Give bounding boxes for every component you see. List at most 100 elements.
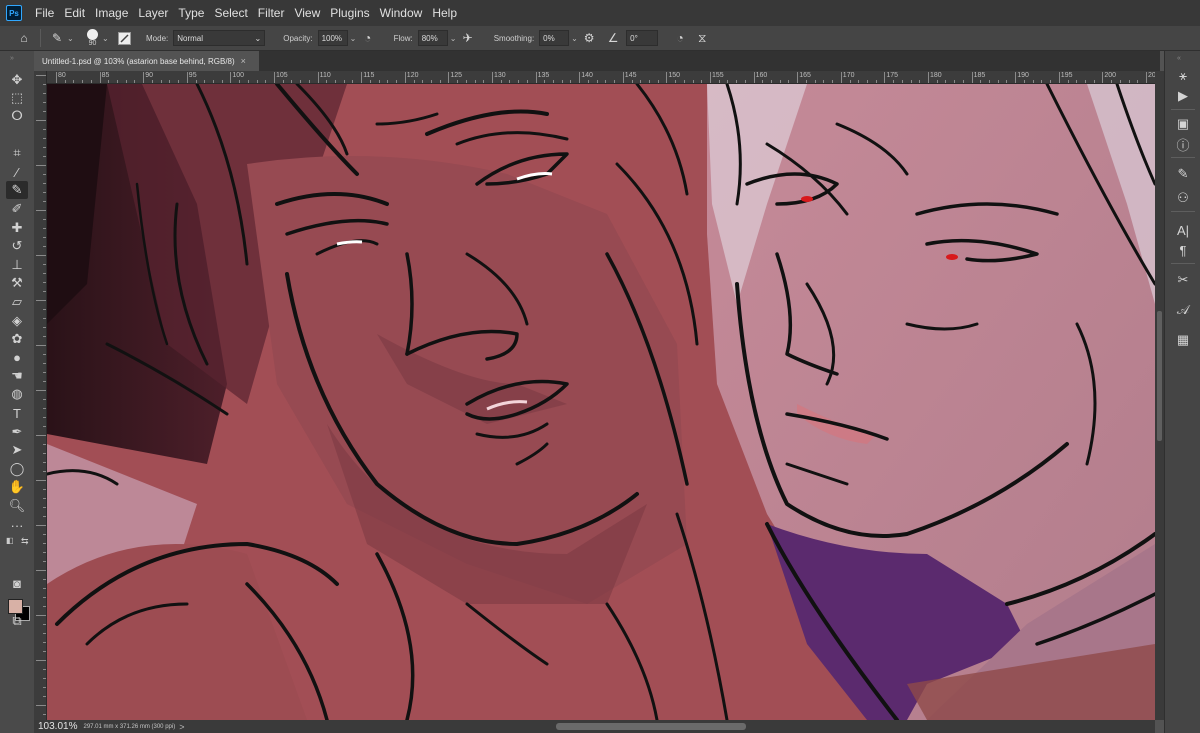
stamp-icon[interactable]: ⊥ xyxy=(6,256,28,274)
chevron-down-icon[interactable]: ⌄ xyxy=(102,32,112,44)
collapse-icon[interactable]: « xyxy=(1177,55,1181,62)
play-icon[interactable]: ▶ xyxy=(1174,87,1192,105)
move-icon[interactable]: ✥ xyxy=(6,71,28,89)
more-tools-icon[interactable]: ··· xyxy=(6,516,28,534)
pen-icon[interactable]: ✒ xyxy=(6,423,28,441)
ruler-tick xyxy=(36,615,46,616)
home-icon[interactable]: ⌂ xyxy=(16,30,32,46)
angle-icon: ∠ xyxy=(607,31,619,45)
paragraph-icon[interactable]: ¶ xyxy=(1174,241,1192,259)
angle-input[interactable]: 0° xyxy=(626,30,659,46)
symmetry-icon[interactable]: ⧖ xyxy=(694,30,710,46)
menu-type[interactable]: Type xyxy=(173,6,209,20)
ruler-tick xyxy=(43,264,46,265)
menu-view[interactable]: View xyxy=(289,6,325,20)
brush-preset-icon[interactable]: ✎ xyxy=(49,30,65,46)
gear-icon[interactable]: ⚙ xyxy=(581,30,597,46)
document-canvas[interactable] xyxy=(47,84,1155,720)
artboard-icon[interactable]: ⧉ xyxy=(6,612,28,630)
menu-filter[interactable]: Filter xyxy=(253,6,290,20)
ruler-tick xyxy=(596,80,598,83)
ruler-label: 175 xyxy=(886,72,899,79)
glyphs-icon[interactable]: 𝒜 xyxy=(1174,301,1192,319)
swap-colors-icon[interactable]: ⇆ xyxy=(21,536,29,547)
smudge-icon[interactable]: ☚ xyxy=(6,367,28,385)
document-tab[interactable]: Untitled-1.psd @ 103% (astarion base beh… xyxy=(34,51,259,71)
airbrush-icon[interactable]: ✈ xyxy=(460,30,476,46)
angle-group: ∠ 0° xyxy=(605,30,659,46)
menu-edit[interactable]: Edit xyxy=(59,6,90,20)
ellipse-icon[interactable]: ◯ xyxy=(6,460,28,478)
pressure-opacity-icon[interactable]: ◔ xyxy=(360,30,376,46)
brush-icon[interactable]: ✎ xyxy=(6,181,28,199)
eraser-icon[interactable]: ▱ xyxy=(6,293,28,311)
ruler-tick xyxy=(300,80,302,83)
smoothing-input[interactable]: 0% xyxy=(539,30,570,46)
clone-stamp-icon[interactable]: ⚒ xyxy=(6,274,28,292)
vertical-scrollbar[interactable] xyxy=(1155,71,1164,720)
paint-bucket-icon[interactable]: ◈ xyxy=(6,312,28,330)
healing-icon[interactable]: ✚ xyxy=(6,219,28,237)
ruler-tick xyxy=(43,111,46,112)
menu-window[interactable]: Window xyxy=(375,6,428,20)
brush-settings-icon[interactable]: ⚹ xyxy=(1174,67,1192,85)
foreground-color-swatch[interactable] xyxy=(8,599,23,614)
zoom-icon[interactable]: 🔍︎ xyxy=(6,497,28,515)
menu-layer[interactable]: Layer xyxy=(133,6,173,20)
mode-select[interactable]: Normal ⌄ xyxy=(173,30,266,46)
horizontal-scroll-thumb[interactable] xyxy=(556,723,746,730)
eyedropper-icon[interactable]: ⁄ xyxy=(6,163,28,181)
menu-help[interactable]: Help xyxy=(427,6,462,20)
default-colors-icon[interactable]: ◧ xyxy=(6,536,14,545)
blur-icon[interactable]: ✿ xyxy=(6,330,28,348)
ruler-label: 190 xyxy=(1017,72,1029,79)
menu-plugins[interactable]: Plugins xyxy=(325,6,374,20)
brush-size-picker[interactable]: 90 xyxy=(87,28,98,48)
flow-input[interactable]: 80% xyxy=(417,30,448,46)
vertical-ruler[interactable] xyxy=(34,71,47,720)
lasso-icon[interactable]: ⵔ xyxy=(6,107,28,125)
menu-file[interactable]: File xyxy=(30,6,59,20)
menu-select[interactable]: Select xyxy=(209,6,252,20)
pencil-icon[interactable]: ✐ xyxy=(6,200,28,218)
type-icon[interactable]: T xyxy=(6,404,28,422)
adjust-icon[interactable]: ✂ xyxy=(1174,271,1192,289)
hand-icon[interactable]: ✋ xyxy=(6,478,28,496)
chevron-down-icon[interactable]: ⌄ xyxy=(67,32,77,44)
flow-label: Flow: xyxy=(393,33,413,43)
history-brush-icon[interactable]: ↺ xyxy=(6,237,28,255)
ruler-tick xyxy=(43,543,46,544)
clone-source-icon[interactable]: ⚇ xyxy=(1174,189,1192,207)
dodge-icon[interactable]: ◍ xyxy=(6,385,28,403)
pressure-size-icon[interactable]: ◔ xyxy=(672,30,688,46)
ruler-tick xyxy=(701,80,703,83)
crop-icon[interactable]: ⌗ xyxy=(6,144,28,162)
brush-icon[interactable]: ✎ xyxy=(1174,165,1192,183)
menu-image[interactable]: Image xyxy=(90,6,133,20)
chevron-down-icon[interactable]: ⌄ xyxy=(450,32,460,44)
ruler-tick xyxy=(43,669,46,670)
vertical-scroll-thumb[interactable] xyxy=(1157,311,1162,441)
brush-settings-toggle-icon[interactable] xyxy=(116,30,132,46)
ruler-tick xyxy=(43,129,46,130)
status-menu-arrow[interactable]: > xyxy=(175,722,184,732)
chevron-down-icon[interactable]: ⌄ xyxy=(571,32,581,44)
zoom-level-input[interactable]: 103.01% xyxy=(34,721,77,732)
opacity-input[interactable]: 100% xyxy=(317,30,348,46)
collapse-icon[interactable]: » xyxy=(10,55,24,62)
ruler-label: 135 xyxy=(537,72,550,79)
horizontal-scrollbar[interactable] xyxy=(200,720,1155,733)
image-icon[interactable]: ▣ xyxy=(1174,115,1192,133)
horizontal-ruler[interactable]: 80 85 90 95 100 105 110 115 120 125 130 135 140 145 15… xyxy=(46,71,1160,84)
close-icon[interactable]: × xyxy=(241,56,246,66)
ruler-tick xyxy=(509,80,511,83)
sponge-icon[interactable]: ● xyxy=(6,348,28,366)
path-select-icon[interactable]: ➤ xyxy=(6,441,28,459)
character-icon[interactable]: A| xyxy=(1174,221,1192,239)
quick-mask-icon[interactable]: ◙ xyxy=(6,574,28,592)
chevron-down-icon[interactable]: ⌄ xyxy=(350,32,360,44)
marquee-icon[interactable]: ⬚ xyxy=(6,89,28,107)
ruler-tick xyxy=(36,570,46,571)
grid-icon[interactable]: ▦ xyxy=(1174,331,1192,349)
info-icon[interactable]: ⓘ xyxy=(1174,135,1192,153)
